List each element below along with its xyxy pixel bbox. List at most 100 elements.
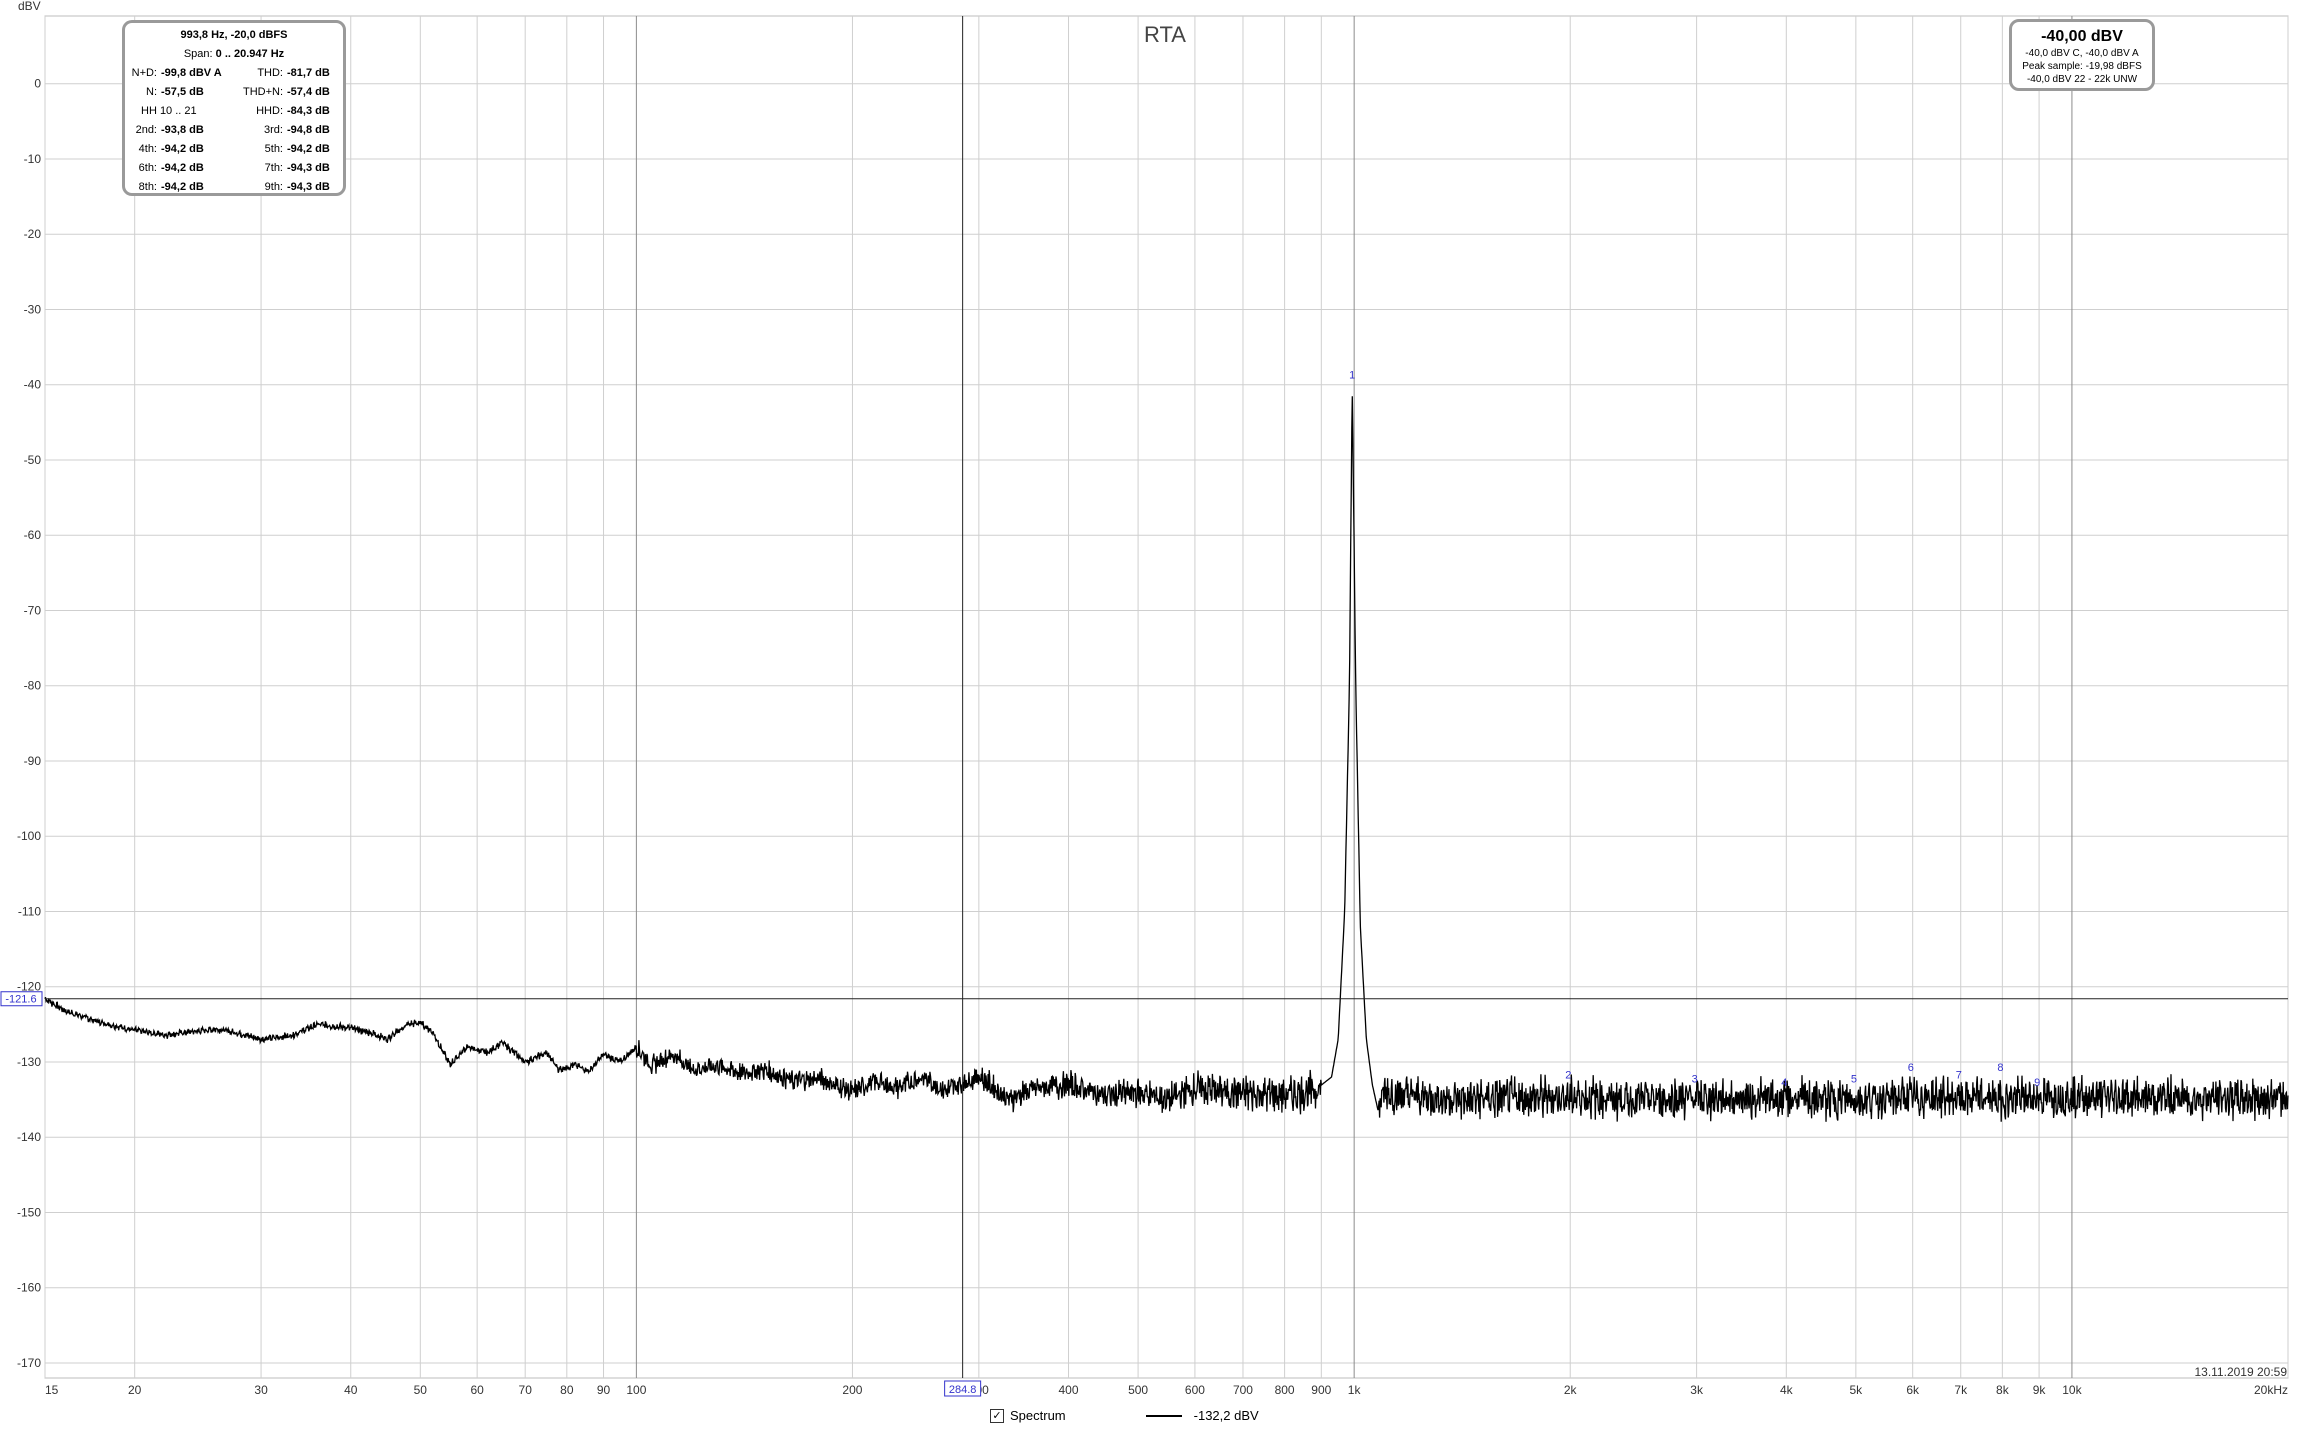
distortion-label: THD+N: — [242, 86, 283, 98]
harmonic-marker-label: 7 — [1956, 1070, 1962, 1082]
span-value: 0 .. 20.947 Hz — [215, 48, 285, 60]
span-line: Span: 0 .. 20.947 Hz — [125, 45, 343, 64]
spectrum-checkbox[interactable]: ✓ — [990, 1408, 1004, 1423]
distortion-value: -99,8 dBV A — [161, 67, 222, 79]
distortion-label: HH 10 .. 21 — [141, 105, 197, 117]
x-tick-label: 8k — [1996, 1383, 2010, 1397]
y-tick-label: -100 — [17, 829, 41, 843]
distortion-value: -94,3 dB — [287, 181, 330, 193]
x-tick-label: 50 — [414, 1383, 428, 1397]
distortion-value: -57,4 dB — [287, 86, 330, 98]
y-axis-label: dBV — [18, 0, 41, 13]
span-label: Span: — [183, 48, 213, 60]
distortion-header: 993,8 Hz, -20,0 dBFS — [180, 29, 288, 41]
timestamp: 13.11.2019 20:59 — [2194, 1365, 2287, 1379]
distortion-row: N+D: -99,8 dBV A THD: -81,7 dB — [125, 64, 343, 83]
harmonic-marker-label: 6 — [1908, 1062, 1914, 1074]
distortion-label: 7th: — [264, 162, 283, 174]
distortion-label: 4th: — [138, 143, 157, 155]
distortion-cell: 4th: -94,2 dB — [125, 140, 235, 159]
distortion-label: HHD: — [256, 105, 283, 117]
x-tick-label: 3k — [1690, 1383, 1704, 1397]
distortion-cell: THD: -81,7 dB — [235, 64, 343, 83]
rta-plot[interactable]: 0-10-20-30-40-50-60-70-80-90-100-110-120… — [0, 0, 2305, 1429]
distortion-label: N: — [146, 86, 157, 98]
distortion-row: HH 10 .. 21 HHD: -84,3 dB — [125, 102, 343, 121]
y-tick-label: 0 — [34, 77, 41, 91]
distortion-row: 4th: -94,2 dB 5th: -94,2 dB — [125, 140, 343, 159]
y-tick-label: -150 — [17, 1205, 41, 1219]
x-tick-label: 80 — [560, 1383, 574, 1397]
x-tick-label: 200 — [842, 1383, 862, 1397]
y-tick-label: -20 — [24, 227, 42, 241]
level-line3: -40,0 dBV 22 - 22k UNW — [2026, 74, 2138, 85]
distortion-cell: 9th: -94,3 dB — [235, 178, 343, 197]
x-tick-label: 30 — [254, 1383, 268, 1397]
x-tick-label: 6k — [1906, 1383, 1920, 1397]
level-line1: -40,0 dBV C, -40,0 dBV A — [2025, 48, 2139, 59]
distortion-cell: 7th: -94,3 dB — [235, 159, 343, 178]
distortion-row: 2nd: -93,8 dB 3rd: -94,8 dB — [125, 121, 343, 140]
distortion-label: N+D: — [131, 67, 157, 79]
distortion-row: 8th: -94,2 dB 9th: -94,3 dB — [125, 178, 343, 197]
x-tick-label: 70 — [519, 1383, 533, 1397]
distortion-value: -94,8 dB — [287, 124, 330, 136]
x-tick-label: 1k — [1348, 1383, 1362, 1397]
y-tick-label: -30 — [24, 302, 42, 316]
x-tick-label: 100 — [626, 1383, 646, 1397]
distortion-rows: N+D: -99,8 dBV A THD: -81,7 dB N: -57,5 dB THD… — [125, 64, 343, 197]
distortion-value: -81,7 dB — [287, 67, 330, 79]
y-tick-label: -110 — [18, 904, 41, 918]
x-tick-label: 4k — [1780, 1383, 1794, 1397]
distortion-panel[interactable]: 993,8 Hz, -20,0 dBFS Span: 0 .. 20.947 H… — [122, 20, 346, 196]
grid — [44, 15, 2289, 1379]
distortion-cell: 2nd: -93,8 dB — [125, 121, 235, 140]
legend-series-value: -132,2 dBV — [1193, 1408, 1259, 1423]
x-tick-label: 900 — [1311, 1383, 1331, 1397]
legend-series-name: Spectrum — [1010, 1408, 1066, 1423]
x-tick-label: 60 — [470, 1383, 484, 1397]
distortion-row: 6th: -94,2 dB 7th: -94,3 dB — [125, 159, 343, 178]
distortion-cell: HHD: -84,3 dB — [235, 102, 343, 121]
cursor-y-readout: -121.6 — [5, 994, 36, 1006]
y-tick-label: -170 — [17, 1356, 41, 1370]
legend-line-swatch — [1145, 1414, 1182, 1417]
distortion-cell: THD+N: -57,4 dB — [235, 83, 343, 102]
distortion-value: -93,8 dB — [161, 124, 204, 136]
harmonic-marker-label: 9 — [2034, 1077, 2040, 1089]
distortion-value: -57,5 dB — [161, 86, 204, 98]
distortion-cell: HH 10 .. 21 — [125, 102, 235, 121]
distortion-cell: 3rd: -94,8 dB — [235, 121, 343, 140]
y-tick-label: -10 — [24, 152, 42, 166]
y-tick-label: -140 — [17, 1130, 41, 1144]
distortion-label: 5th: — [264, 143, 283, 155]
y-tick-label: -70 — [24, 603, 42, 617]
distortion-label: THD: — [257, 67, 283, 79]
y-tick-label: -130 — [17, 1055, 41, 1069]
y-tick-label: -60 — [24, 528, 42, 542]
cursor-x-readout: 284.8 — [949, 1384, 977, 1396]
y-tick-label: -50 — [24, 453, 42, 467]
y-tick-label: -80 — [24, 679, 42, 693]
x-tick-label: 700 — [1233, 1383, 1253, 1397]
x-tick-label: 40 — [344, 1383, 358, 1397]
harmonic-marker-label: 8 — [1997, 1062, 2003, 1074]
level-line2: Peak sample: -19,98 dBFS — [2022, 61, 2142, 72]
distortion-label: 8th: — [138, 181, 157, 193]
distortion-value: -94,2 dB — [287, 143, 330, 155]
x-tick-label: 20kHz — [2254, 1383, 2288, 1397]
level-panel[interactable]: -40,00 dBV -40,0 dBV C, -40,0 dBV A Peak… — [2009, 19, 2155, 91]
distortion-label: 3rd: — [264, 124, 283, 136]
x-tick-label: 15 — [45, 1383, 59, 1397]
x-tick-label: 5k — [1850, 1383, 1864, 1397]
distortion-value: -94,2 dB — [161, 181, 204, 193]
distortion-label: 6th: — [138, 162, 157, 174]
plot-area — [44, 15, 2289, 1379]
level-main: -40,00 dBV — [2041, 28, 2123, 45]
x-tick-label: 9k — [2033, 1383, 2047, 1397]
distortion-label: 9th: — [264, 181, 283, 193]
harmonic-marker-label: 3 — [1692, 1073, 1698, 1085]
distortion-cell: 6th: -94,2 dB — [125, 159, 235, 178]
chart-title: RTA — [1144, 22, 1186, 47]
y-tick-label: -160 — [17, 1281, 41, 1295]
